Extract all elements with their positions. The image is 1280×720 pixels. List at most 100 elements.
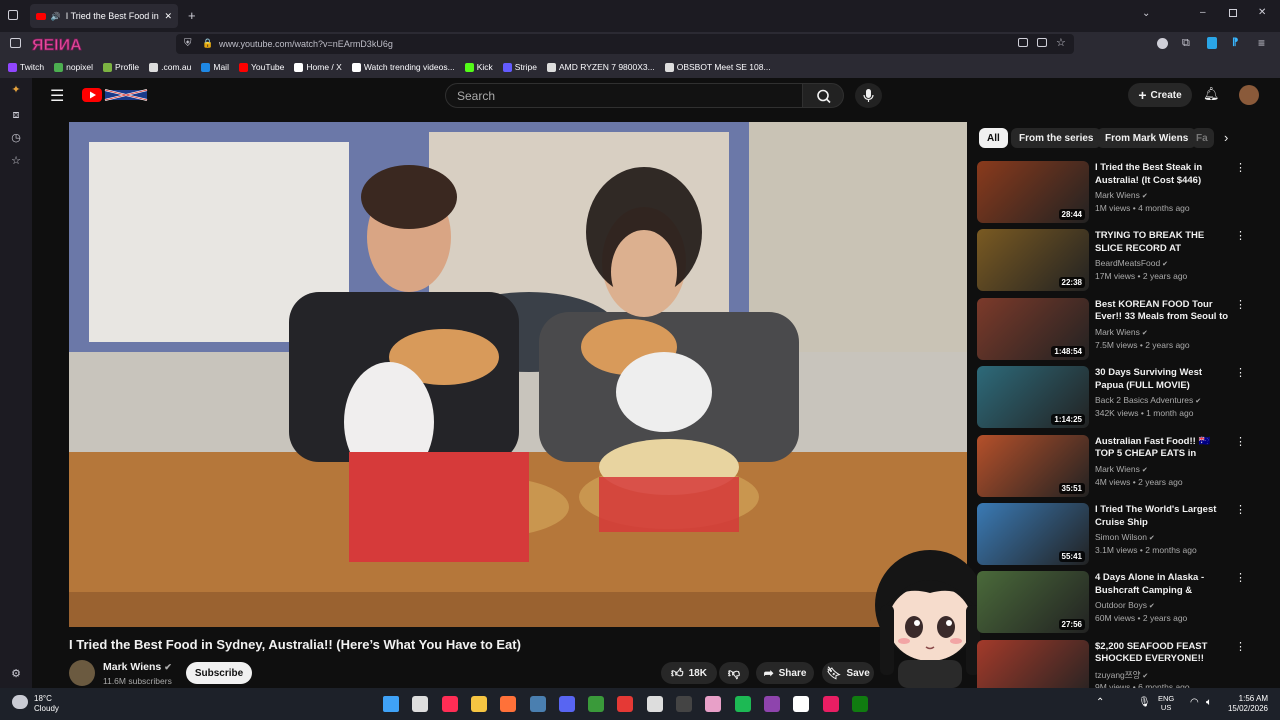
more-actions-icon[interactable]: ⋮ [1235, 505, 1246, 516]
recommendation-channel[interactable]: BeardMeatsFood ✔ [1095, 258, 1168, 268]
user-avatar[interactable] [1239, 85, 1259, 105]
recommendation-thumbnail[interactable]: 1:48:54 [977, 297, 1089, 360]
bookmarks-icon[interactable]: ☆ [10, 155, 22, 167]
recommendation-card[interactable]: 1:14:25 30 Days Surviving West Papua (FUL… [977, 366, 1247, 429]
chip-from-mark-wiens[interactable]: From Mark Wiens [1097, 128, 1197, 148]
volume-icon[interactable]: 🔈︎ [1206, 697, 1212, 708]
recommendation-channel[interactable]: Mark Wiens ✔ [1095, 327, 1148, 337]
address-bar[interactable]: ⛨ 🔒 www.youtube.com/watch?v=nEArmD3kU6g … [176, 34, 1074, 54]
recommendation-title[interactable]: 4 Days Alone in Alaska - Bushcraft Campi… [1095, 572, 1231, 598]
recommendation-card[interactable]: 22:38 TRYING TO BREAK THE SLICE RECORD AT… [977, 229, 1247, 292]
xbox-icon[interactable] [851, 696, 868, 712]
minimize-icon[interactable]: – [1200, 7, 1206, 18]
recommendation-card[interactable]: 27:56 4 Days Alone in Alaska - Bushcraft … [977, 571, 1247, 634]
recommendation-channel[interactable]: tzuyang쯔양 ✔ [1095, 669, 1148, 681]
recommendation-channel[interactable]: Back 2 Basics Adventures ✔ [1095, 395, 1201, 405]
recommendation-card[interactable]: 1:48:54 Best KOREAN FOOD Tour Ever!! 33 M… [977, 297, 1247, 360]
account-icon[interactable] [1157, 38, 1168, 49]
tiktok-icon[interactable] [441, 696, 458, 712]
clock[interactable]: 1:56 AM 15/02/2026 [1222, 694, 1268, 714]
capcut-icon[interactable] [793, 696, 810, 712]
bookmark-item[interactable]: nopixel [54, 62, 93, 72]
sidebar-toggle-icon[interactable] [10, 38, 21, 48]
recommendation-channel[interactable]: Outdoor Boys ✔ [1095, 600, 1155, 610]
recommendation-card[interactable]: 28:44 I Tried the Best Steak in Australia… [977, 161, 1247, 223]
more-actions-icon[interactable]: ⋮ [1235, 368, 1246, 379]
epic-games-icon[interactable] [676, 696, 692, 712]
spotify-icon[interactable] [734, 696, 751, 712]
synced-tabs-icon[interactable]: ⧈ [10, 109, 22, 121]
app-triangle-icon[interactable] [705, 696, 722, 712]
firefox-icon[interactable] [500, 696, 517, 712]
bookmark-item[interactable]: .com.au [149, 62, 191, 72]
more-actions-icon[interactable]: ⋮ [1235, 573, 1246, 584]
recommendation-title[interactable]: $2,200 SEAFOOD FEAST SHOCKED EVERYONE!! … [1095, 641, 1231, 667]
chip-from-the-series[interactable]: From the series [1011, 128, 1102, 148]
like-button[interactable]: 👍︎ 18K [661, 662, 717, 684]
app-pink-icon[interactable] [822, 696, 839, 712]
bookmark-item[interactable]: OBSBOT Meet SE 108... [664, 62, 771, 72]
recommendation-channel[interactable]: Simon Wilson ✔ [1095, 532, 1155, 542]
bookmark-item[interactable]: YouTube [238, 62, 284, 72]
pip-icon[interactable] [1037, 38, 1047, 47]
voice-search-button[interactable] [855, 83, 882, 108]
more-actions-icon[interactable]: ⋮ [1235, 641, 1246, 652]
recommendation-thumbnail[interactable]: 28:44 [977, 161, 1089, 223]
maximize-icon[interactable] [1229, 9, 1237, 17]
recommendation-thumbnail[interactable]: 22:38 [977, 229, 1089, 292]
recommendation-title[interactable]: I Tried The World's Largest Cruise Ship [1095, 504, 1231, 529]
language-indicator[interactable]: ENG US [1158, 694, 1174, 712]
create-button[interactable]: + Create [1128, 83, 1192, 107]
chips-next-chevron-icon[interactable]: › [1224, 130, 1228, 145]
recommendation-title[interactable]: Australian Fast Food!! 🇦🇺 TOP 5 CHEAP EA… [1095, 436, 1231, 462]
recommendation-thumbnail[interactable]: 35:51 [977, 434, 1089, 497]
recommendation-thumbnail[interactable]: 55:41 [977, 503, 1089, 565]
tab-overflow-chevron-icon[interactable]: ⌄ [1142, 8, 1150, 19]
save-button[interactable]: 🔖︎ Save [822, 662, 874, 684]
recommendation-card[interactable]: 55:41 I Tried The World's Largest Cruise … [977, 503, 1247, 565]
guide-menu-icon[interactable]: ☰ [50, 86, 64, 106]
audio-icon[interactable]: 🔊 [51, 12, 61, 21]
reader-icon[interactable] [1018, 38, 1028, 47]
bookmark-item[interactable]: Home / X [294, 62, 342, 72]
recommendation-thumbnail[interactable]: 27:56 [977, 571, 1089, 634]
bookmark-item[interactable]: Watch trending videos... [351, 62, 455, 72]
app-menu-icon[interactable]: ≡ [1258, 36, 1265, 50]
youtube-logo[interactable] [82, 87, 148, 103]
close-window-icon[interactable]: ✕ [1258, 7, 1266, 18]
recommendation-title[interactable]: Best KOREAN FOOD Tour Ever!! 33 Meals fr… [1095, 299, 1231, 325]
recommendation-thumbnail[interactable]: 1:14:25 [977, 366, 1089, 429]
more-actions-icon[interactable]: ⋮ [1235, 163, 1246, 174]
app-red-icon[interactable] [617, 696, 634, 712]
subscribe-button[interactable]: Subscribe [186, 662, 252, 684]
new-tab-icon[interactable]: + [188, 8, 196, 23]
recommendation-card[interactable]: 35:51 Australian Fast Food!! 🇦🇺 TOP 5 CHE… [977, 434, 1247, 497]
xbox-app-icon[interactable] [588, 696, 605, 712]
chatgpt-icon[interactable] [412, 696, 429, 712]
mic-tray-icon[interactable]: 🎙︎ [1138, 697, 1151, 708]
history-icon[interactable]: ◷ [10, 132, 22, 144]
recommendation-title[interactable]: 30 Days Surviving West Papua (FULL MOVIE… [1095, 367, 1231, 392]
shield-icon[interactable]: ⛨ [184, 38, 192, 49]
app-purple-icon[interactable] [763, 696, 780, 712]
more-actions-icon[interactable]: ⋮ [1235, 231, 1246, 242]
lock-icon[interactable]: 🔒 [202, 38, 213, 49]
windows-start-icon[interactable] [383, 696, 399, 712]
search-button[interactable] [802, 83, 844, 108]
extension-badge-icon[interactable] [1207, 37, 1217, 49]
recommendation-channel[interactable]: Mark Wiens ✔ [1095, 190, 1148, 200]
close-tab-icon[interactable]: ✕ [164, 11, 172, 22]
search-input[interactable]: Search [445, 83, 803, 108]
bookmark-item[interactable]: Mail [201, 62, 229, 72]
bookmark-item[interactable]: Kick [464, 62, 493, 72]
chip-all[interactable]: All [979, 128, 1008, 148]
notifications-bell-icon[interactable]: 🔔︎ [1203, 86, 1220, 102]
bookmark-item[interactable]: Twitch [8, 62, 44, 72]
extensions-icon[interactable]: ⧉ [1182, 37, 1190, 50]
dislike-button[interactable]: 👎︎ [719, 662, 749, 684]
file-explorer-icon[interactable] [470, 696, 487, 712]
channel-avatar[interactable] [69, 660, 95, 686]
more-actions-icon[interactable]: ⋮ [1235, 299, 1246, 310]
bookmark-star-icon[interactable]: ☆ [1056, 36, 1066, 49]
tidal-icon[interactable] [646, 696, 663, 712]
